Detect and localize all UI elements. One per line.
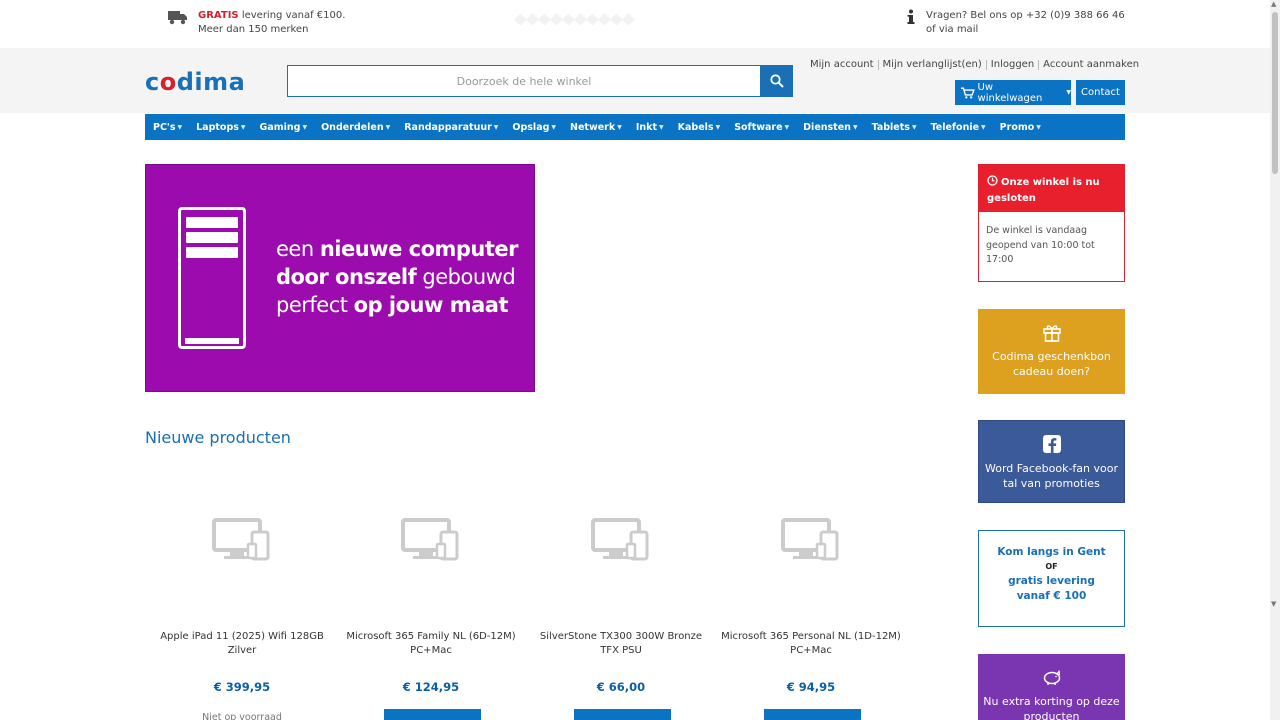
device-placeholder-icon (212, 518, 270, 561)
gift-icon (1042, 325, 1061, 342)
device-placeholder-icon (401, 518, 459, 561)
device-placeholder-icon (591, 518, 649, 561)
wishlist-link[interactable]: Mijn verlanglijst(en) (883, 59, 982, 70)
search-icon (770, 74, 784, 88)
main-nav: PC's ▼ Laptops ▼ Gaming ▼ Onderdelen ▼ Randa… (145, 114, 1125, 140)
site-header: codima Doorzoek de hele winkel Mijn acco… (0, 48, 1270, 113)
page-scrollbar[interactable]: ▲ ▼ (1270, 0, 1280, 720)
product-card[interactable]: Apple iPad 11 (2025) Wifi 128GB Zilver €… (152, 512, 332, 720)
truck-icon (168, 11, 187, 25)
product-card[interactable]: SilverStone TX300 300W Bronze TFX PSU € … (531, 512, 711, 720)
add-to-cart-button[interactable] (384, 709, 481, 720)
shipping-info: GRATIS levering vanaf €100. Meer dan 150… (168, 9, 345, 37)
nav-item-inkt[interactable]: Inkt ▼ (636, 122, 664, 133)
visit-gent-text: Kom langs in Gent (997, 546, 1106, 558)
product-name[interactable]: Microsoft 365 Family NL (6D-12M) PC+Mac (341, 630, 521, 658)
nav-item-pcs[interactable]: PC's ▼ (153, 122, 182, 133)
phone-text[interactable]: Vragen? Bel ons op +32 (0)9 388 66 46 (926, 9, 1125, 23)
facebook-text: Word Facebook-fan voor tal van promoties (985, 462, 1118, 490)
nav-item-kabels[interactable]: Kabels ▼ (678, 122, 721, 133)
scroll-down-icon[interactable]: ▼ (1271, 600, 1276, 608)
rating-stars (514, 13, 635, 26)
contact-button[interactable]: Contact (1076, 80, 1125, 105)
info-icon (907, 9, 915, 24)
facebook-box[interactable]: Word Facebook-fan voor tal van promoties (978, 420, 1125, 503)
add-to-cart-button[interactable] (574, 709, 671, 720)
add-to-cart-button[interactable] (764, 709, 861, 720)
free-label: GRATIS (198, 10, 239, 21)
nav-item-opslag[interactable]: Opslag ▼ (512, 122, 556, 133)
mail-text[interactable]: of via mail (926, 23, 1125, 37)
stock-status: Niet op voorraad (202, 712, 282, 720)
search-button[interactable] (761, 65, 793, 97)
product-card[interactable]: Microsoft 365 Family NL (6D-12M) PC+Mac … (341, 512, 521, 720)
contact-info: Vragen? Bel ons op +32 (0)9 388 66 46 of… (906, 9, 1125, 37)
piggy-bank-icon (1043, 669, 1060, 685)
codima-logo[interactable]: codima (145, 68, 245, 96)
cart-label: Uw winkelwagen (977, 81, 1043, 104)
nav-item-gaming[interactable]: Gaming ▼ (260, 122, 308, 133)
facebook-icon (1042, 435, 1061, 453)
product-price: € 124,95 (402, 680, 460, 694)
create-account-link[interactable]: Account aanmaken (1043, 59, 1139, 70)
top-info-bar: GRATIS levering vanaf €100. Meer dan 150… (0, 0, 1270, 48)
device-placeholder-icon (781, 518, 839, 561)
gift-voucher-text: Codima geschenkbon cadeau doen? (992, 350, 1111, 378)
or-text: OF (1045, 562, 1058, 571)
gift-voucher-box[interactable]: Codima geschenkbon cadeau doen? (978, 309, 1125, 394)
nav-item-laptops[interactable]: Laptops ▼ (196, 122, 245, 133)
scroll-up-icon[interactable]: ▲ (1271, 0, 1276, 8)
free-shipping-text: levering vanaf €100. (241, 10, 346, 21)
product-name[interactable]: Apple iPad 11 (2025) Wifi 128GB Zilver (152, 630, 332, 658)
store-hours-text: De winkel is vandaag geopend van 10:00 t… (986, 225, 1095, 265)
clock-icon (987, 175, 998, 186)
nav-item-netwerk[interactable]: Netwerk ▼ (570, 122, 622, 133)
account-links: Mijn account Mijn verlanglijst(en) Inlog… (810, 59, 1139, 70)
cart-button[interactable]: Uw winkelwagen ▼ (955, 80, 1071, 105)
my-account-link[interactable]: Mijn account (810, 59, 874, 70)
scrollbar-thumb[interactable] (1272, 12, 1278, 174)
nav-item-onderdelen[interactable]: Onderdelen ▼ (321, 122, 390, 133)
free-delivery-text: gratis levering vanaf € 100 (1008, 575, 1095, 602)
cart-icon (961, 86, 975, 99)
product-card[interactable]: Microsoft 365 Personal NL (1D-12M) PC+Ma… (721, 512, 901, 720)
product-price: € 399,95 (213, 680, 271, 694)
banner-text: een nieuwe computer door onszelf gebouwd… (276, 237, 519, 317)
nav-item-tablets[interactable]: Tablets ▼ (872, 122, 917, 133)
brands-text: Meer dan 150 merken (198, 24, 309, 35)
search-input[interactable]: Doorzoek de hele winkel (287, 65, 761, 97)
product-name[interactable]: SilverStone TX300 300W Bronze TFX PSU (531, 630, 711, 658)
nav-item-diensten[interactable]: Diensten ▼ (803, 122, 857, 133)
promo-box[interactable]: Nu extra korting op deze producten (978, 654, 1125, 720)
product-price: € 94,95 (786, 680, 836, 694)
login-link[interactable]: Inloggen (991, 59, 1034, 70)
custom-pc-banner[interactable]: een nieuwe computer door onszelf gebouwd… (145, 164, 535, 392)
product-price: € 66,00 (596, 680, 646, 694)
visit-store-box[interactable]: Kom langs in Gent OF gratis levering van… (978, 530, 1125, 627)
nav-item-software[interactable]: Software ▼ (734, 122, 789, 133)
section-title: Nieuwe producten (145, 428, 291, 447)
nav-item-randapparatuur[interactable]: Randapparatuur ▼ (404, 122, 498, 133)
store-hours-box: Onze winkel is nu gesloten De winkel is … (978, 164, 1125, 282)
nav-item-promo[interactable]: Promo ▼ (1000, 122, 1041, 133)
product-name[interactable]: Microsoft 365 Personal NL (1D-12M) PC+Ma… (721, 630, 901, 658)
promo-text: Nu extra korting op deze producten (983, 695, 1120, 720)
nav-item-telefonie[interactable]: Telefonie ▼ (931, 122, 986, 133)
computer-tower-icon (178, 207, 246, 349)
chevron-down-icon: ▼ (1066, 89, 1071, 96)
store-closed-title: Onze winkel is nu gesloten (987, 177, 1100, 204)
